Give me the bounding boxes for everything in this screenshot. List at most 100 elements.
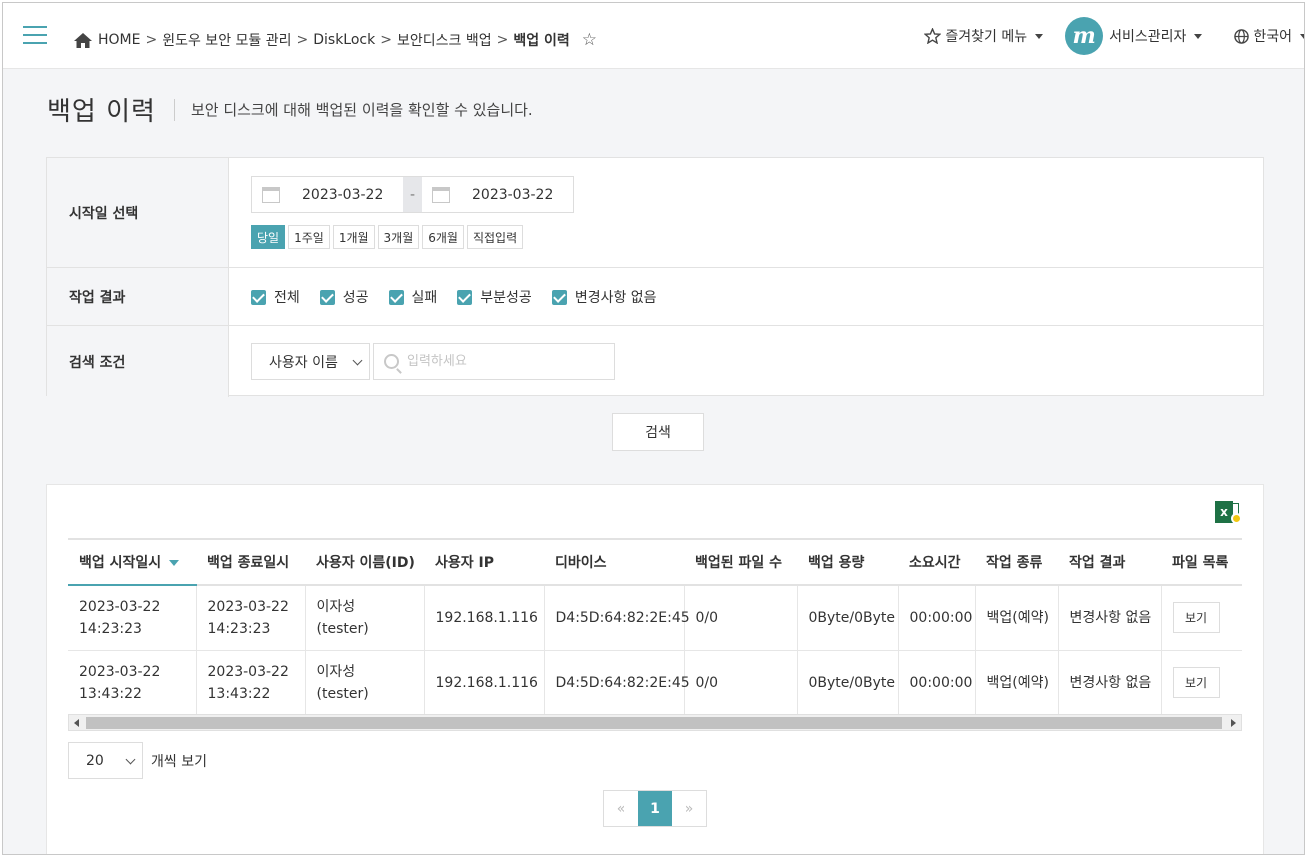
excel-download-icon[interactable]: x [1215,501,1243,525]
col-job-type[interactable]: 작업 종류 [975,538,1058,586]
cell-user-name: 이자성 [316,598,356,615]
date-label: 시작일 선택 [47,158,229,267]
cell-date: 2023-03-22 [207,598,289,615]
results-card: x 백업 시작일시 백업 종료일시 사용자 이름(ID) 사용자 IP 디바이스… [46,484,1264,854]
col-file-count[interactable]: 백업된 파일 수 [684,538,797,586]
result-label: 작업 결과 [47,268,229,325]
search-panel: 시작일 선택 2023-03-22 - 2023-03-22 당일 1주일 1개… [46,157,1264,397]
cell-job-type: 백업(예약) [975,585,1059,651]
search-input[interactable] [407,354,607,369]
next-page-button[interactable]: » [672,791,706,826]
cell-size: 0Byte/0Byte [797,650,899,716]
table-row[interactable]: 2023-03-22 13:43:22 2023-03-22 13:43:22 이자… [68,650,1242,716]
col-start-time[interactable]: 백업 시작일시 [68,538,196,586]
cell-device: D4:5D:64:82:2E:45 [544,585,690,651]
horizontal-scrollbar[interactable] [68,714,1242,731]
view-button[interactable]: 보기 [1172,667,1220,698]
quick-3month-button[interactable]: 3개월 [377,225,420,249]
range-separator: - [403,177,422,212]
condition-select[interactable]: 사용자 이름 [251,343,370,380]
avatar: m [1065,17,1104,55]
chevron-down-icon [1035,33,1044,39]
quick-custom-button[interactable]: 직접입력 [466,225,524,249]
search-icon [384,354,399,369]
condition-row: 검색 조건 사용자 이름 [47,326,1263,397]
cell-start: 2023-03-22 13:43:22 [68,650,197,716]
checkbox-fail[interactable]: 실패 [388,287,438,307]
star-icon[interactable]: ☆ [582,30,597,50]
title-divider [173,98,175,121]
language-menu[interactable]: 한국어 [1234,26,1304,46]
cell-end: 2023-03-22 13:43:22 [196,650,306,716]
col-device[interactable]: 디바이스 [544,538,684,586]
breadcrumb: HOME > 윈도우 보안 모듈 관리 > DiskLock > 보안디스크 백… [73,30,597,50]
col-user[interactable]: 사용자 이름(ID) [305,538,424,586]
checkbox-partial[interactable]: 부분성공 [457,287,532,307]
quick-today-button[interactable]: 당일 [251,225,286,249]
scrollbar-thumb[interactable] [86,717,1222,729]
scroll-left-icon[interactable] [74,719,79,727]
breadcrumb-disk-backup[interactable]: 보안디스크 백업 [397,30,492,50]
scroll-right-icon[interactable] [1231,719,1236,727]
page-size-select[interactable]: 20 [68,742,143,779]
cell-date: 2023-03-22 [79,663,161,680]
quick-1month-button[interactable]: 1개월 [332,225,375,249]
cell-files: 0/0 [684,650,798,716]
checkbox-no-change[interactable]: 변경사항 없음 [551,287,657,307]
menu-icon[interactable] [23,26,47,45]
home-icon[interactable] [73,32,93,49]
cell-result: 변경사항 없음 [1058,650,1162,716]
cell-duration: 00:00:00 [898,650,976,716]
condition-select-value: 사용자 이름 [269,354,338,371]
favorites-menu[interactable]: 즐겨찾기 메뉴 [924,26,1044,46]
cell-result: 변경사항 없음 [1058,585,1162,651]
cell-start: 2023-03-22 14:23:23 [68,585,197,651]
end-date-value: 2023-03-22 [472,186,554,203]
chevron-down-icon [125,754,136,765]
user-menu[interactable]: m 서비스관리자 [1065,17,1203,55]
view-button[interactable]: 보기 [1172,602,1220,634]
end-date-field[interactable]: 2023-03-22 [422,177,573,212]
checkbox-checked-icon [551,289,567,305]
column-label: 백업 시작일시 [79,555,162,571]
quick-1week-button[interactable]: 1주일 [288,225,330,249]
col-result[interactable]: 작업 결과 [1058,538,1161,586]
table-row[interactable]: 2023-03-22 14:23:23 2023-03-22 14:23:23 이자… [68,585,1242,651]
search-button[interactable]: 검색 [612,413,704,451]
result-row: 작업 결과 전체 성공 실패 부분성공 변경사항 없음 [47,268,1263,326]
page-1-button[interactable]: 1 [638,791,672,826]
chevron-down-icon [1194,33,1203,39]
calendar-icon [262,186,280,203]
col-duration[interactable]: 소요시간 [898,538,975,586]
cell-time: 14:23:23 [79,620,142,637]
results-table-wrapper: 백업 시작일시 백업 종료일시 사용자 이름(ID) 사용자 IP 디바이스 백… [68,538,1242,732]
col-ip[interactable]: 사용자 IP [424,538,544,586]
col-end-time[interactable]: 백업 종료일시 [196,538,305,586]
start-date-value: 2023-03-22 [302,186,384,203]
checkbox-all[interactable]: 전체 [251,287,300,307]
condition-label: 검색 조건 [47,326,229,397]
cell-device: D4:5D:64:82:2E:45 [544,650,690,716]
chevron-down-icon [352,355,363,366]
cell-date: 2023-03-22 [207,663,289,680]
header-actions: 즐겨찾기 메뉴 m 서비스관리자 한국어 [924,17,1304,55]
start-date-field[interactable]: 2023-03-22 [252,177,403,212]
search-field [373,343,615,380]
col-size[interactable]: 백업 용량 [797,538,898,586]
sort-desc-icon [169,560,180,566]
checkbox-checked-icon [319,289,335,305]
breadcrumb-home[interactable]: HOME [98,32,140,48]
quick-6month-button[interactable]: 6개월 [422,225,464,249]
prev-page-button[interactable]: « [604,791,638,826]
checkbox-label: 실패 [411,290,438,306]
favorites-label: 즐겨찾기 메뉴 [945,29,1028,45]
cell-ip: 192.168.1.116 [424,650,545,716]
pagination: « 1 » [603,790,707,827]
cell-time: 13:43:22 [79,685,142,702]
breadcrumb-windows-security[interactable]: 윈도우 보안 모듈 관리 [162,30,291,50]
cell-user: 이자성 (tester) [305,585,425,651]
col-file-list: 파일 목록 [1161,538,1242,586]
cell-end: 2023-03-22 14:23:23 [196,585,306,651]
checkbox-success[interactable]: 성공 [319,287,369,307]
breadcrumb-disklock[interactable]: DiskLock [313,32,375,48]
